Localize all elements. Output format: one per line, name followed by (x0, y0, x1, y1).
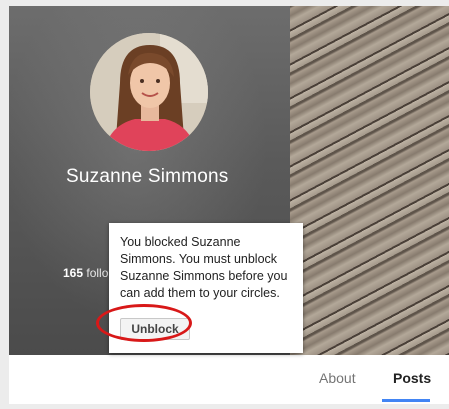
followers-count[interactable]: 165 follo (63, 266, 108, 280)
popup-message: You blocked Suzanne Simmons. You must un… (120, 235, 288, 300)
avatar-portrait (90, 33, 208, 151)
blocked-popup: You blocked Suzanne Simmons. You must un… (109, 223, 303, 353)
profile-name: Suzanne Simmons (66, 166, 229, 187)
followers-number: 165 (63, 266, 84, 280)
cover-photo-wood (290, 6, 449, 355)
followers-label: follo (86, 266, 109, 280)
tab-about[interactable]: About (319, 370, 356, 386)
unblock-button[interactable]: Unblock (120, 318, 190, 340)
profile-card: Suzanne Simmons 165 follo You blocked Su… (9, 6, 449, 404)
tab-posts[interactable]: Posts (393, 370, 431, 386)
active-tab-indicator (382, 399, 430, 402)
avatar[interactable] (90, 33, 208, 151)
